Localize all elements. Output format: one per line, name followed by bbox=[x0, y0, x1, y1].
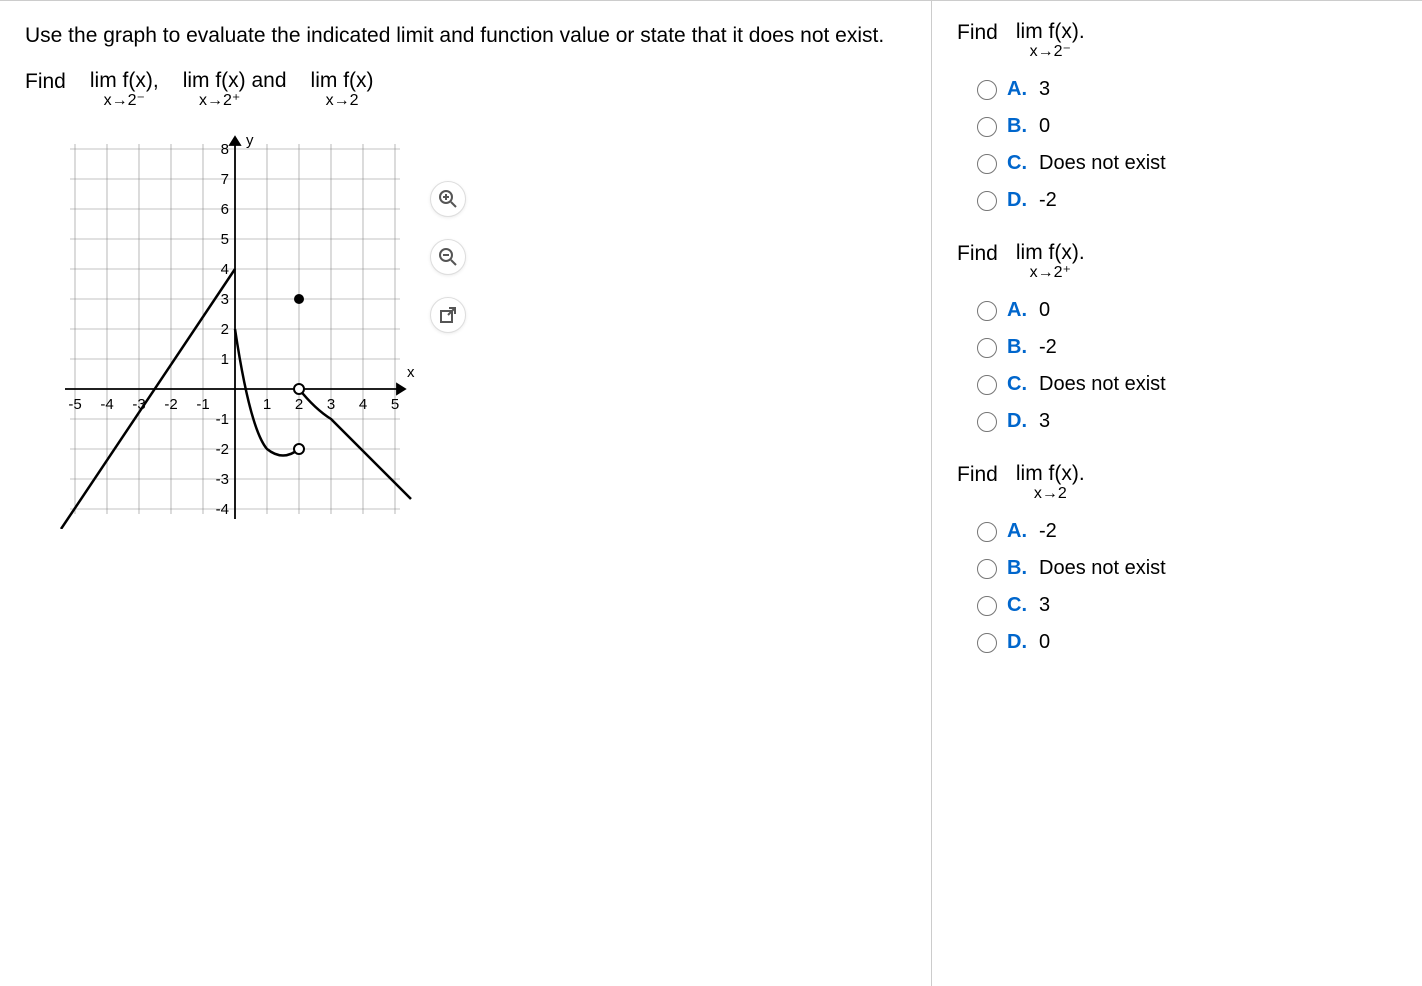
q2-lim-top: lim f(x). bbox=[1016, 242, 1085, 263]
q3-option-c[interactable]: C. 3 bbox=[977, 594, 1397, 617]
q1-radio-d[interactable] bbox=[977, 191, 997, 211]
svg-text:x: x bbox=[407, 364, 415, 381]
svg-text:3: 3 bbox=[221, 291, 229, 308]
q3-radio-c[interactable] bbox=[977, 596, 997, 616]
question-3: Find lim f(x). x→2 A. -2 B. Does not exi… bbox=[957, 463, 1397, 654]
svg-text:5: 5 bbox=[221, 231, 229, 248]
svg-text:2: 2 bbox=[221, 321, 229, 338]
q2-radio-a[interactable] bbox=[977, 301, 997, 321]
q1-lim-top: lim f(x). bbox=[1016, 21, 1085, 42]
q1-option-c[interactable]: C. Does not exist bbox=[977, 152, 1397, 175]
q1-option-a[interactable]: A. 3 bbox=[977, 78, 1397, 101]
find-limits-line: Find lim f(x), x→2⁻ lim f(x) and x→2⁺ li… bbox=[25, 70, 906, 109]
popout-icon bbox=[439, 306, 457, 324]
q2-radio-d[interactable] bbox=[977, 412, 997, 432]
q2-prefix: Find bbox=[957, 242, 998, 266]
q2-option-d[interactable]: D. 3 bbox=[977, 410, 1397, 433]
svg-text:1: 1 bbox=[263, 396, 271, 413]
popout-button[interactable] bbox=[430, 297, 466, 333]
svg-text:4: 4 bbox=[221, 261, 229, 278]
svg-text:-4: -4 bbox=[216, 501, 229, 518]
svg-text:-1: -1 bbox=[216, 411, 229, 428]
q3-prefix: Find bbox=[957, 463, 998, 487]
question-1: Find lim f(x). x→2⁻ A. 3 B. 0 C. Does no… bbox=[957, 21, 1397, 212]
q3-option-a[interactable]: A. -2 bbox=[977, 520, 1397, 543]
q1-radio-b[interactable] bbox=[977, 117, 997, 137]
svg-text:-2: -2 bbox=[164, 396, 177, 413]
svg-text:2: 2 bbox=[295, 396, 303, 413]
svg-text:-2: -2 bbox=[216, 441, 229, 458]
q1-option-d[interactable]: D. -2 bbox=[977, 189, 1397, 212]
svg-text:-4: -4 bbox=[100, 396, 113, 413]
instruction-text: Use the graph to evaluate the indicated … bbox=[25, 21, 906, 50]
q1-prefix: Find bbox=[957, 21, 998, 45]
svg-text:6: 6 bbox=[221, 201, 229, 218]
zoom-in-icon bbox=[438, 189, 458, 209]
q2-option-c[interactable]: C. Does not exist bbox=[977, 373, 1397, 396]
svg-text:y: y bbox=[246, 132, 254, 149]
q2-option-b[interactable]: B. -2 bbox=[977, 336, 1397, 359]
q3-lim-top: lim f(x). bbox=[1016, 463, 1085, 484]
q1-radio-a[interactable] bbox=[977, 80, 997, 100]
graph-toolbar bbox=[430, 181, 466, 333]
q1-option-b[interactable]: B. 0 bbox=[977, 115, 1397, 138]
svg-text:-5: -5 bbox=[68, 396, 81, 413]
q3-radio-b[interactable] bbox=[977, 559, 997, 579]
q3-radio-a[interactable] bbox=[977, 522, 997, 542]
q1-radio-c[interactable] bbox=[977, 154, 997, 174]
q2-option-a[interactable]: A. 0 bbox=[977, 299, 1397, 322]
svg-text:-1: -1 bbox=[196, 396, 209, 413]
q2-radio-c[interactable] bbox=[977, 375, 997, 395]
graph-container: -5-4 -3-2 -11 23 45 -1-2 -3-4 12 34 56 7… bbox=[55, 129, 415, 529]
svg-text:1: 1 bbox=[221, 351, 229, 368]
limit-2: lim f(x) and x→2⁺ bbox=[183, 70, 287, 109]
svg-text:3: 3 bbox=[327, 396, 335, 413]
question-2: Find lim f(x). x→2⁺ A. 0 B. -2 C. Does n… bbox=[957, 242, 1397, 433]
zoom-in-button[interactable] bbox=[430, 181, 466, 217]
svg-text:5: 5 bbox=[391, 396, 399, 413]
answers-panel: Find lim f(x). x→2⁻ A. 3 B. 0 C. Does no… bbox=[932, 1, 1422, 986]
limit-3: lim f(x) x→2 bbox=[311, 70, 374, 109]
q3-option-b[interactable]: B. Does not exist bbox=[977, 557, 1397, 580]
q1-lim-bottom: x→2⁻ bbox=[1030, 44, 1071, 60]
svg-text:8: 8 bbox=[221, 141, 229, 158]
svg-text:7: 7 bbox=[221, 171, 229, 188]
q2-radio-b[interactable] bbox=[977, 338, 997, 358]
q3-radio-d[interactable] bbox=[977, 633, 997, 653]
q2-lim-bottom: x→2⁺ bbox=[1030, 265, 1071, 281]
zoom-out-icon bbox=[438, 247, 458, 267]
svg-text:-3: -3 bbox=[216, 471, 229, 488]
find-prefix: Find bbox=[25, 70, 66, 94]
q3-lim-bottom: x→2 bbox=[1034, 486, 1067, 502]
limit-1: lim f(x), x→2⁻ bbox=[90, 70, 159, 109]
zoom-out-button[interactable] bbox=[430, 239, 466, 275]
svg-text:4: 4 bbox=[359, 396, 367, 413]
function-graph: -5-4 -3-2 -11 23 45 -1-2 -3-4 12 34 56 7… bbox=[55, 129, 415, 529]
q3-option-d[interactable]: D. 0 bbox=[977, 631, 1397, 654]
